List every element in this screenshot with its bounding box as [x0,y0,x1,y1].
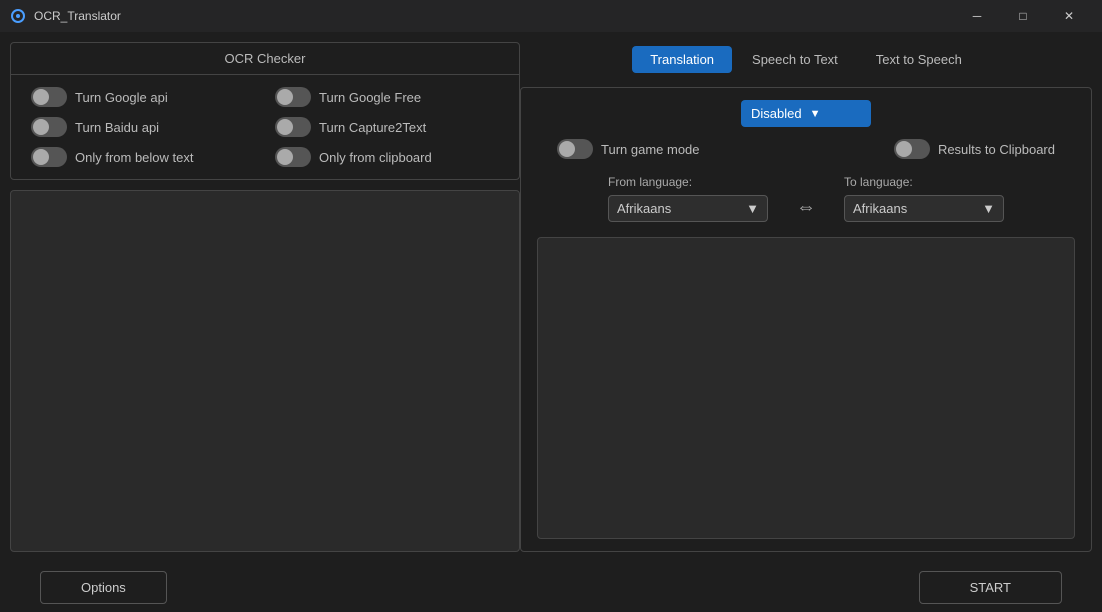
translation-textarea[interactable] [537,237,1075,539]
app-icon [10,8,26,24]
tab-translation[interactable]: Translation [632,46,732,73]
left-panel: OCR Checker Turn Google api Turn Google … [10,42,520,552]
from-language-arrow-icon: ▼ [746,201,759,216]
toggle-below-text[interactable] [31,147,67,167]
from-language-group: From language: Afrikaans ▼ [608,175,768,222]
language-row: From language: Afrikaans ▼ ⇔ To language… [537,171,1075,225]
translation-top: Disabled ▼ [537,100,1075,127]
from-language-value: Afrikaans [617,201,671,216]
toggle-google-free[interactable] [275,87,311,107]
left-text-area [10,190,520,552]
toggle-row-baidu-api: Turn Baidu api [31,117,255,137]
toggle-row-results-clipboard: Results to Clipboard [894,139,1055,159]
titlebar: OCR_Translator ─ □ ✕ [0,0,1102,32]
to-language-label: To language: [844,175,1004,189]
right-content: Disabled ▼ Turn game mode Results to Cli… [520,87,1092,552]
to-language-group: To language: Afrikaans ▼ [844,175,1004,222]
toggle-google-api[interactable] [31,87,67,107]
minimize-button[interactable]: ─ [954,0,1000,32]
ocr-checker-box: OCR Checker Turn Google api Turn Google … [10,42,520,180]
start-button[interactable]: START [919,571,1062,604]
toggle-label-baidu-api: Turn Baidu api [75,120,159,135]
app-title: OCR_Translator [34,9,121,23]
close-button[interactable]: ✕ [1046,0,1092,32]
to-language-arrow-icon: ▼ [982,201,995,216]
ocr-checker-title: OCR Checker [11,43,519,75]
from-language-label: From language: [608,175,768,189]
bottom-bar: Options START [0,562,1102,612]
translation-dropdown-value: Disabled [751,106,802,121]
ocr-checker-body: Turn Google api Turn Google Free Turn Ba… [11,75,519,179]
toggle-label-clipboard: Only from clipboard [319,150,432,165]
toggle-label-google-api: Turn Google api [75,90,168,105]
tab-bar: Translation Speech to Text Text to Speec… [520,42,1092,77]
toggle-row-google-api: Turn Google api [31,87,255,107]
translation-dropdown[interactable]: Disabled ▼ [741,100,871,127]
toggle-capture2text[interactable] [275,117,311,137]
toggle-baidu-api[interactable] [31,117,67,137]
toggle-label-google-free: Turn Google Free [319,90,421,105]
dropdown-arrow-icon: ▼ [810,108,821,120]
toggle-row-below-text: Only from below text [31,147,255,167]
main-content: OCR Checker Turn Google api Turn Google … [0,32,1102,562]
to-language-select[interactable]: Afrikaans ▼ [844,195,1004,222]
toggle-row-game-mode: Turn game mode [557,139,700,159]
from-language-select[interactable]: Afrikaans ▼ [608,195,768,222]
right-panel: Translation Speech to Text Text to Speec… [520,42,1092,552]
toggle-row-clipboard: Only from clipboard [275,147,499,167]
swap-languages-button[interactable]: ⇔ [788,189,824,225]
toggle-options-row: Turn game mode Results to Clipboard [537,139,1075,159]
toggle-results-clipboard[interactable] [894,139,930,159]
options-button[interactable]: Options [40,571,167,604]
toggle-label-capture2text: Turn Capture2Text [319,120,426,135]
toggle-row-capture2text: Turn Capture2Text [275,117,499,137]
toggle-clipboard[interactable] [275,147,311,167]
tab-speech-to-text[interactable]: Speech to Text [734,46,856,73]
toggle-label-results-clipboard: Results to Clipboard [938,142,1055,157]
tab-text-to-speech[interactable]: Text to Speech [858,46,980,73]
toggle-row-google-free: Turn Google Free [275,87,499,107]
toggle-label-below-text: Only from below text [75,150,194,165]
to-language-value: Afrikaans [853,201,907,216]
toggle-game-mode[interactable] [557,139,593,159]
window-controls: ─ □ ✕ [954,0,1092,32]
toggle-label-game-mode: Turn game mode [601,142,700,157]
maximize-button[interactable]: □ [1000,0,1046,32]
